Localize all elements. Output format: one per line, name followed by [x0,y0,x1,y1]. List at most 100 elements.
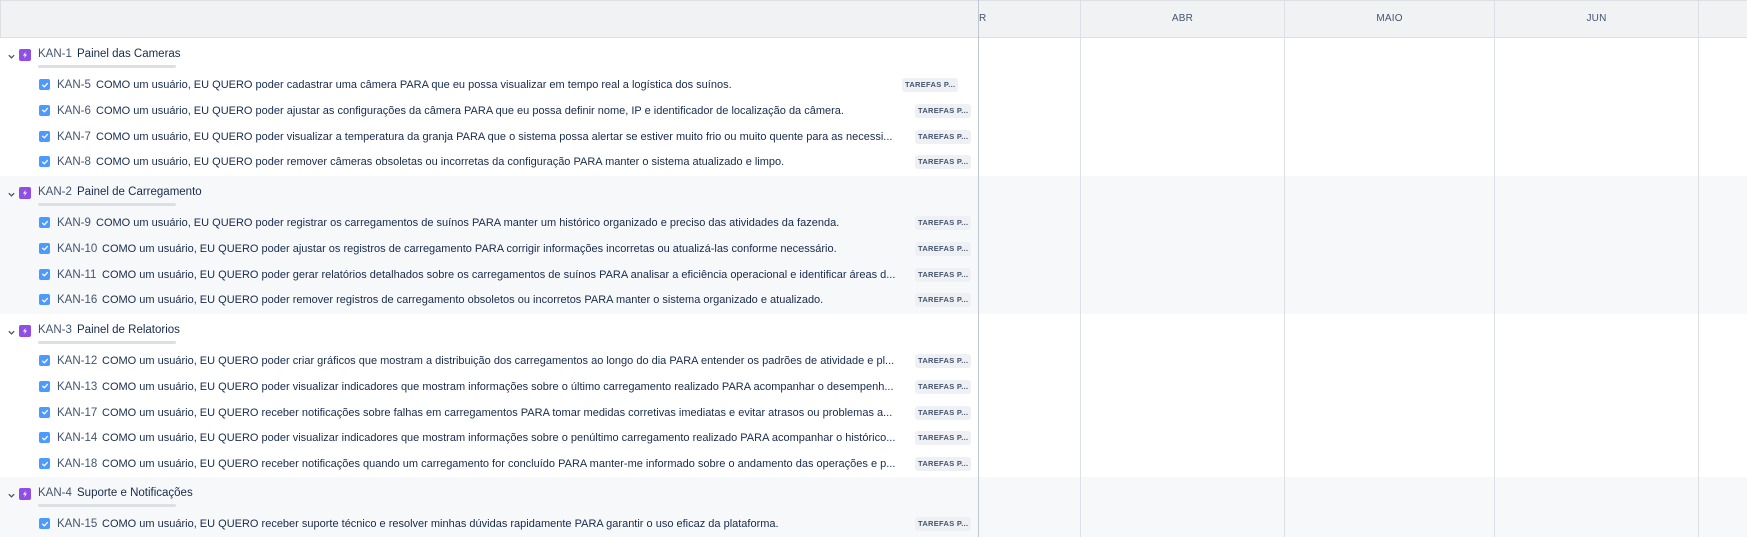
task-title[interactable]: COMO um usuário, EU QUERO poder ajustar … [96,105,909,117]
task-row[interactable]: KAN-16 COMO um usuário, EU QUERO poder re… [0,287,978,313]
task-checkbox-icon [39,355,50,366]
status-badge[interactable]: TAREFAS P... [915,103,972,118]
epic-progress-bar [38,341,176,344]
task-title[interactable]: COMO um usuário, EU QUERO poder remover … [102,294,909,306]
task-row[interactable]: KAN-5 COMO um usuário, EU QUERO poder cad… [0,72,978,98]
task-key[interactable]: KAN-12 [57,355,97,367]
task-row[interactable]: KAN-9 COMO um usuário, EU QUERO poder reg… [0,210,978,236]
status-badge[interactable]: TAREFAS P... [915,517,972,531]
task-title[interactable]: COMO um usuário, EU QUERO poder criar gr… [102,355,909,367]
task-title[interactable]: COMO um usuário, EU QUERO poder registra… [96,217,909,229]
task-row[interactable]: KAN-13 COMO um usuário, EU QUERO poder vi… [0,374,978,400]
task-title[interactable]: COMO um usuário, EU QUERO poder visualiz… [96,131,909,143]
task-key[interactable]: KAN-14 [57,432,97,444]
task-key[interactable]: KAN-13 [57,381,97,393]
task-title[interactable]: COMO um usuário, EU QUERO poder ajustar … [102,243,909,255]
epic-row[interactable]: KAN-2 Painel de Carregamento [0,176,978,210]
status-badge[interactable]: TAREFAS P... [902,78,959,92]
epic-title[interactable]: Suporte e Notificações [77,487,193,499]
status-badge[interactable]: TAREFAS P... [915,354,972,368]
task-key[interactable]: KAN-9 [57,217,91,229]
task-title[interactable]: COMO um usuário, EU QUERO poder remover … [96,156,909,168]
status-badge[interactable]: TAREFAS P... [915,155,972,170]
month-header-maio: MAIO [1284,1,1494,38]
epic-key[interactable]: KAN-3 [38,324,72,336]
task-row[interactable]: KAN-12 COMO um usuário, EU QUERO poder cr… [0,348,978,374]
task-title[interactable]: COMO um usuário, EU QUERO receber suport… [102,518,909,530]
task-checkbox-icon [39,156,50,168]
chevron-down-icon[interactable] [5,50,17,62]
task-row[interactable]: KAN-15 COMO um usuário, EU QUERO receber … [0,511,978,537]
month-header-abr: ABR [1080,1,1284,38]
task-key[interactable]: KAN-5 [57,79,91,91]
status-badge[interactable]: TAREFAS P... [915,267,972,282]
epic-icon [19,325,31,337]
epic-icon [19,49,31,61]
epic-key[interactable]: KAN-4 [38,487,72,499]
task-checkbox-icon [39,242,50,254]
task-row[interactable]: KAN-6 COMO um usuário, EU QUERO poder aju… [0,98,978,124]
status-badge[interactable]: TAREFAS P... [915,241,972,256]
task-checkbox-icon [39,432,50,444]
task-title[interactable]: COMO um usuário, EU QUERO poder visualiz… [102,381,909,393]
grid-line [1080,38,1081,537]
task-row[interactable]: KAN-17 COMO um usuário, EU QUERO receber … [0,400,978,426]
task-key[interactable]: KAN-6 [57,105,91,117]
epic-row[interactable]: KAN-3 Painel de Relatorios [0,314,978,348]
task-checkbox-icon [39,268,50,280]
status-badge[interactable]: TAREFAS P... [915,457,972,472]
timeline-view: R ABR MAIO JUN KAN-1 Painel das Cameras KA… [0,0,1747,537]
chevron-down-icon[interactable] [5,326,17,338]
task-checkbox-icon [39,294,50,306]
task-row[interactable]: KAN-11 COMO um usuário, EU QUERO poder ge… [0,262,978,288]
status-badge[interactable]: TAREFAS P... [915,405,972,420]
task-row[interactable]: KAN-10 COMO um usuário, EU QUERO poder aj… [0,236,978,262]
epic-key[interactable]: KAN-2 [38,186,72,198]
task-title[interactable]: COMO um usuário, EU QUERO poder visualiz… [102,432,909,444]
epic-key[interactable]: KAN-1 [38,48,72,60]
chevron-down-icon[interactable] [5,188,17,200]
task-title[interactable]: COMO um usuário, EU QUERO receber notifi… [102,407,909,419]
task-title[interactable]: COMO um usuário, EU QUERO poder gerar re… [102,269,909,281]
task-row[interactable]: KAN-8 COMO um usuário, EU QUERO poder rem… [0,149,978,175]
task-checkbox-icon [39,406,50,418]
list-header [0,1,979,38]
epic-icon [19,488,31,500]
grid-line [1284,38,1285,537]
task-checkbox-icon [39,380,50,392]
epic-progress-bar [38,65,176,68]
status-badge[interactable]: TAREFAS P... [915,216,972,230]
list-timeline-divider[interactable] [978,0,979,537]
task-row[interactable]: KAN-18 COMO um usuário, EU QUERO receber … [0,451,978,477]
epic-icon [19,187,31,199]
task-checkbox-icon [39,518,50,529]
month-header-next [1698,1,1747,38]
timeline-header: R ABR MAIO JUN [0,0,1747,38]
epic-progress-bar [38,203,176,206]
task-key[interactable]: KAN-16 [57,294,97,306]
epic-title[interactable]: Painel das Cameras [77,48,181,60]
task-row[interactable]: KAN-7 COMO um usuário, EU QUERO poder vis… [0,124,978,150]
task-key[interactable]: KAN-17 [57,407,97,419]
status-badge[interactable]: TAREFAS P... [915,431,972,446]
chevron-down-icon[interactable] [5,489,17,501]
task-key[interactable]: KAN-15 [57,518,97,530]
status-badge[interactable]: TAREFAS P... [915,129,972,144]
status-badge[interactable]: TAREFAS P... [915,379,972,394]
task-key[interactable]: KAN-11 [57,269,96,281]
task-row[interactable]: KAN-14 COMO um usuário, EU QUERO poder vi… [0,425,978,451]
epic-title[interactable]: Painel de Carregamento [77,186,202,198]
task-key[interactable]: KAN-10 [57,243,97,255]
task-key[interactable]: KAN-18 [57,458,97,470]
task-key[interactable]: KAN-8 [57,156,91,168]
status-badge[interactable]: TAREFAS P... [915,293,972,308]
task-checkbox-icon [39,130,50,142]
task-title[interactable]: COMO um usuário, EU QUERO poder cadastra… [96,79,896,91]
grid-line [1698,38,1699,537]
epic-title[interactable]: Painel de Relatorios [77,324,180,336]
task-key[interactable]: KAN-7 [57,131,91,143]
task-title[interactable]: COMO um usuário, EU QUERO receber notifi… [102,458,909,470]
epic-row[interactable]: KAN-4 Suporte e Notificações [0,477,978,511]
epic-row[interactable]: KAN-1 Painel das Cameras [0,38,978,72]
month-header-jun: JUN [1494,1,1698,38]
